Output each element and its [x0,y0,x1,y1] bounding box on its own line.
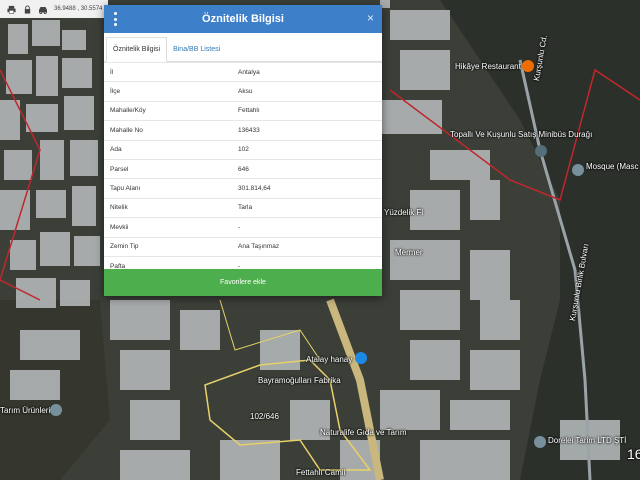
dialog-header: Öznitelik Bilgisi × [104,5,382,33]
car-icon[interactable] [38,4,48,14]
table-row: Zemin Tip Ana Taşınmaz [104,236,382,257]
yuzde-label: Yüzdelik Fi [384,208,424,217]
row-key: Zemin Tip [104,236,232,257]
table-row: Mevkii - [104,217,382,238]
row-key: İl [104,61,232,82]
row-key: Parsel [104,158,232,179]
tarim-label: Tarım Ürünleri [0,406,51,415]
dialog-tabs: Öznitelik Bilgisi Bina/BB Listesi [104,37,382,62]
attribute-dialog: Öznitelik Bilgisi × Öznitelik Bilgisi Bi… [104,5,382,296]
table-row: Ada 102 [104,139,382,160]
mosque-label: Mosque (Masc Abu Obaida [586,162,640,171]
mosque-pin-icon[interactable] [572,164,584,176]
print-icon[interactable] [6,4,16,14]
bus-stop-pin-icon[interactable] [535,145,547,157]
atalay-label: Atalay hanay [306,355,353,364]
attribute-table: İl Antalya İlçe Aksu Mahalle/Köy Fettahlı M… [104,61,382,276]
fettahli-label: Fettahlı Camii [296,468,346,477]
row-value: 646 [232,158,382,179]
bayram-label: Bayramoğulları Fabrika [258,376,341,385]
hikaye-label: Hikâye Restaurant [455,62,521,71]
row-value: Fettahlı [232,100,382,121]
store-pin-icon[interactable] [534,436,546,448]
row-value: 102 [232,139,382,160]
table-row: Parsel 646 [104,158,382,179]
tab-attributes[interactable]: Öznitelik Bilgisi [106,37,168,62]
edge-number-label: 16 [627,446,640,462]
row-value: Tarla [232,197,382,218]
row-key: Ada [104,139,232,160]
restaurant-pin-icon[interactable] [522,60,534,72]
add-to-favorites-button[interactable]: Favorilere ekle [104,269,382,296]
table-row: İlçe Aksu [104,81,382,102]
row-key: Mahalle No [104,120,232,141]
row-key: Nitelik [104,197,232,218]
close-icon[interactable]: × [367,11,374,25]
coordinates-readout: 36.9488 , 30.5574 [54,6,103,12]
row-value: Ana Taşınmaz [232,236,382,257]
row-key: Tapu Alanı [104,178,232,199]
lock-icon[interactable] [22,4,32,14]
dorelei-label: Dorelei Tarim LTD ŞTİ [548,436,627,445]
table-row: Mahalle/Köy Fettahlı [104,100,382,121]
bus-stop-label: Topallı Ve Kuşunlu Satış Minibüs Durağı [450,130,593,139]
row-value: 136433 [232,120,382,141]
row-value: 301.814,64 [232,178,382,199]
row-key: Mahalle/Köy [104,100,232,121]
table-row: Nitelik Tarla [104,197,382,218]
row-value: - [232,217,382,238]
shop-pin-icon[interactable] [355,352,367,364]
dialog-menu-icon[interactable] [114,12,118,26]
business-pin-icon[interactable] [50,404,62,416]
table-row: Tapu Alanı 301.814,64 [104,178,382,199]
row-key: İlçe [104,81,232,102]
table-row: Mahalle No 136433 [104,120,382,141]
dialog-title: Öznitelik Bilgisi [202,13,284,25]
row-value: Aksu [232,81,382,102]
parcel-number-label: 102/646 [250,412,279,421]
naturalife-label: Naturalife Gıda ve Tarım [320,428,407,437]
mermer-label: Mermer [395,248,423,257]
tab-building-list[interactable]: Bina/BB Listesi [167,37,226,61]
row-key: Mevkii [104,217,232,238]
row-value: Antalya [232,61,382,82]
map-toolbar: 36.9488 , 30.5574 [0,0,108,18]
table-row: İl Antalya [104,61,382,82]
